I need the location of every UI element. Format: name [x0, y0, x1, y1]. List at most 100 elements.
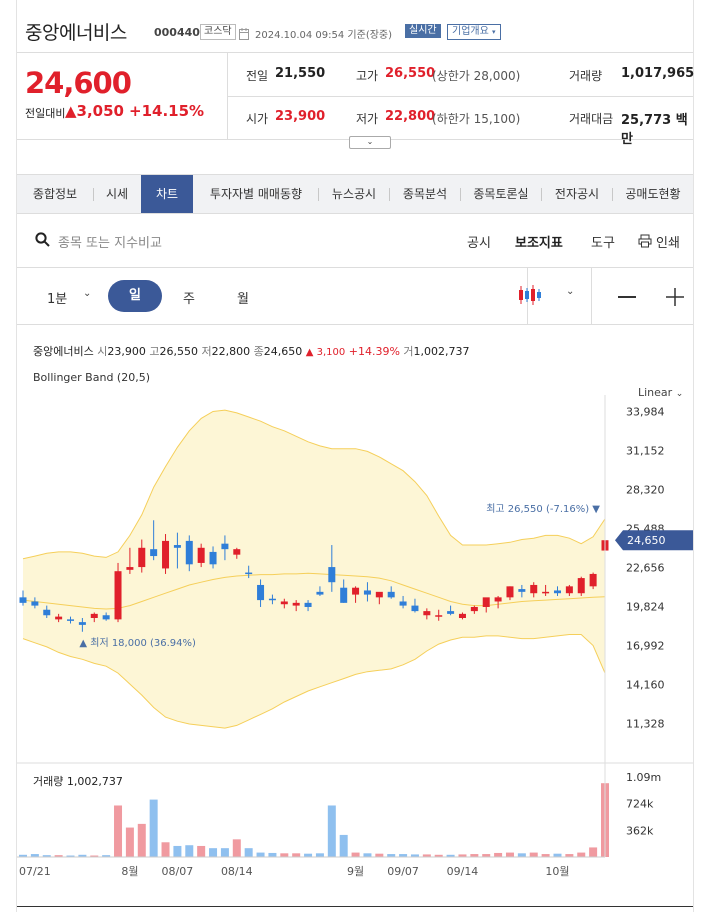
- open-value: 23,900: [275, 109, 326, 124]
- candle-body: [530, 584, 538, 594]
- candle-body: [399, 601, 407, 606]
- divider: [591, 268, 592, 324]
- period-day[interactable]: 일: [108, 280, 162, 312]
- search-icon[interactable]: [35, 232, 50, 251]
- candle-body: [43, 609, 51, 616]
- x-axis-tick-label: 09/14: [447, 865, 479, 878]
- candle-body: [78, 622, 86, 625]
- candle-body: [363, 590, 371, 595]
- volume-bar: [327, 805, 336, 857]
- candle-body: [221, 543, 229, 550]
- period-week[interactable]: 주: [183, 288, 195, 307]
- price-chart[interactable]: 33,98431,15228,32025,48822,65619,82416,9…: [17, 395, 693, 905]
- candle-body: [553, 590, 561, 594]
- tools-button[interactable]: 도구: [591, 232, 615, 251]
- tab-overview[interactable]: 종합정보: [17, 175, 93, 213]
- volume-bar: [351, 852, 360, 857]
- candle-body: [102, 615, 110, 620]
- indicator-button[interactable]: 보조지표: [515, 232, 563, 251]
- volume-bar: [125, 827, 134, 857]
- chart-toolbar: 종목 또는 지수비교 공시 보조지표 도구 인쇄: [17, 213, 693, 268]
- tab-short-selling[interactable]: 공매도현황: [613, 175, 693, 213]
- candle-body: [589, 573, 597, 587]
- compare-search-input[interactable]: 종목 또는 지수비교: [58, 232, 162, 251]
- candle-body: [138, 547, 146, 568]
- volume-bar: [363, 853, 372, 857]
- candle-body: [19, 597, 27, 603]
- y-axis-tick-label: 14,160: [626, 679, 665, 692]
- y-axis-tick-label: 28,320: [626, 484, 665, 497]
- tab-investor-trading[interactable]: 투자자별 매매동향: [194, 175, 318, 213]
- candle-type-icon[interactable]: [518, 284, 544, 310]
- tab-disclosure[interactable]: 전자공시: [542, 175, 612, 213]
- price-change-percent: +14.15%: [129, 102, 205, 120]
- chevron-down-icon[interactable]: ⌄: [566, 286, 574, 297]
- indicator-label: Bollinger Band (20,5): [33, 371, 150, 384]
- print-button[interactable]: 인쇄: [656, 232, 680, 251]
- candle-body: [340, 587, 348, 603]
- period-selector: 1분 ⌄ 일 주 월 ⌄: [17, 268, 693, 325]
- price-summary: 24,600 전일대비 ▲3,050 +14.15% 전일 21,550 고가 …: [17, 53, 695, 147]
- candle-body: [447, 611, 455, 614]
- tab-chart[interactable]: 차트: [141, 175, 193, 213]
- candle-body: [67, 619, 75, 621]
- candle-body: [90, 613, 98, 618]
- volume-bar: [185, 845, 194, 857]
- company-info-button[interactable]: 기업개요 ▾: [447, 24, 501, 40]
- candle-body: [482, 597, 490, 607]
- volume-bar: [173, 845, 182, 857]
- candle-body: [458, 613, 466, 618]
- volume-value: 1,002,737: [413, 345, 470, 358]
- volume-value: 1,017,965: [621, 66, 695, 81]
- volume-bar: [161, 842, 170, 857]
- prev-close-value: 21,550: [275, 66, 326, 81]
- volume-bar: [149, 799, 158, 857]
- candle-body: [245, 572, 253, 575]
- realtime-badge[interactable]: 실시간: [405, 24, 441, 38]
- candle-body: [173, 545, 181, 548]
- last-price-label: 24,650: [627, 534, 666, 547]
- zoom-out-icon[interactable]: [618, 296, 636, 298]
- volume-axis-tick-label: 1.09m: [626, 771, 661, 784]
- chevron-down-icon[interactable]: ⌄: [83, 288, 91, 299]
- y-axis-tick-label: 19,824: [626, 601, 665, 614]
- y-axis-tick-label: 11,328: [626, 718, 665, 731]
- y-axis-tick-label: 22,656: [626, 562, 665, 575]
- divider: [17, 906, 693, 907]
- open-label: 시: [97, 345, 108, 358]
- chart-ohlc-summary: 중앙에너비스 시23,900 고26,550 저22,800 종24,650 ▲…: [33, 343, 470, 359]
- low-label: 저: [201, 345, 212, 358]
- candle-body: [150, 549, 158, 557]
- y-axis-tick-label: 16,992: [626, 640, 665, 653]
- tab-discussion[interactable]: 종목토론실: [461, 175, 541, 213]
- candle-body: [423, 611, 431, 616]
- close-label: 종: [253, 345, 264, 358]
- volume-bar: [339, 834, 348, 857]
- candle-body: [55, 616, 63, 620]
- price-change: ▲3,050: [65, 102, 124, 120]
- calendar-icon: [239, 25, 249, 40]
- volume-title: 거래량 1,002,737: [33, 775, 123, 788]
- candle-body: [565, 586, 573, 594]
- x-axis-tick-label: 08/07: [162, 865, 194, 878]
- chart-stock-name: 중앙에너비스: [33, 345, 94, 358]
- zoom-in-icon[interactable]: [666, 288, 684, 310]
- candle-body: [233, 549, 241, 555]
- expand-button[interactable]: ⌄: [349, 136, 391, 149]
- period-month[interactable]: 월: [237, 288, 249, 307]
- disclosure-button[interactable]: 공시: [467, 232, 491, 251]
- lower-limit: (하한가 15,100): [432, 112, 521, 126]
- tab-news[interactable]: 뉴스공시: [319, 175, 389, 213]
- tab-analysis[interactable]: 종목분석: [390, 175, 460, 213]
- volume-bar: [292, 853, 301, 857]
- high-label: 고가: [356, 69, 379, 83]
- stock-page: 중앙에너비스 000440 코스닥 2024.10.04 09:54 기준(장중…: [16, 0, 694, 912]
- period-minute[interactable]: 1분: [47, 288, 67, 307]
- printer-icon[interactable]: [638, 233, 652, 252]
- candle-body: [387, 591, 395, 598]
- tab-quotes[interactable]: 시세: [94, 175, 140, 213]
- x-axis-tick-label: 9월: [347, 865, 364, 878]
- close-value: 24,650: [263, 345, 303, 358]
- candle-body: [268, 598, 276, 601]
- candle-body: [494, 597, 502, 602]
